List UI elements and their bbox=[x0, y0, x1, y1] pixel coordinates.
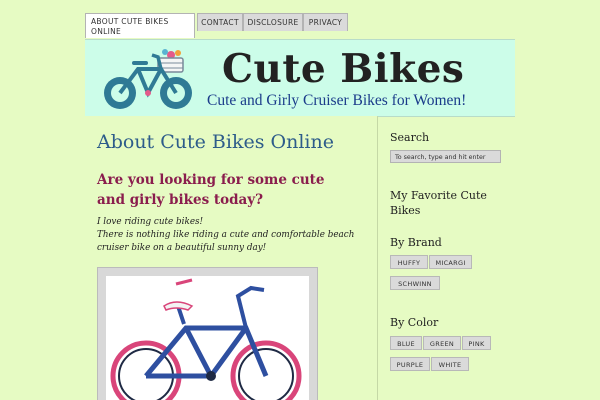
site-header: Cute Bikes Cute and Girly Cruiser Bikes … bbox=[85, 39, 515, 117]
tag-huffy[interactable]: HUFFY bbox=[390, 255, 428, 269]
color-heading: By Color bbox=[390, 316, 439, 329]
bike-photo-image bbox=[106, 276, 309, 400]
favorites-heading: My Favorite Cute Bikes bbox=[390, 189, 487, 217]
site-tagline: Cute and Girly Cruiser Bikes for Women! bbox=[207, 92, 467, 109]
tag-purple[interactable]: PURPLE bbox=[390, 357, 430, 371]
tag-schwinn[interactable]: SCHWINN bbox=[390, 276, 440, 290]
tab-contact[interactable]: CONTACT bbox=[197, 13, 243, 31]
top-navigation: ABOUT CUTE BIKES ONLINE CONTACT DISCLOSU… bbox=[85, 13, 515, 39]
tab-privacy[interactable]: PRIVACY bbox=[303, 13, 348, 31]
tag-blue[interactable]: BLUE bbox=[390, 336, 422, 350]
search-heading: Search bbox=[390, 131, 430, 144]
main-content: About Cute Bikes Online Are you looking … bbox=[85, 116, 378, 400]
bike-photo[interactable] bbox=[97, 267, 318, 400]
brand-heading: By Brand bbox=[390, 236, 442, 249]
tab-disclosure[interactable]: DISCLOSURE bbox=[243, 13, 303, 31]
tag-white[interactable]: WHITE bbox=[431, 357, 469, 371]
section-heading: Are you looking for some cute and girly … bbox=[97, 172, 325, 208]
tag-micargi[interactable]: MICARGI bbox=[429, 255, 472, 269]
sidebar: Search To search, type and hit enter My … bbox=[390, 116, 590, 400]
bicycle-icon[interactable] bbox=[98, 43, 198, 113]
search-input[interactable]: To search, type and hit enter bbox=[390, 150, 501, 163]
page-title: About Cute Bikes Online bbox=[97, 131, 334, 153]
intro-line-1: I love riding cute bikes! bbox=[97, 217, 204, 227]
tag-pink[interactable]: PINK bbox=[462, 336, 491, 350]
tab-about[interactable]: ABOUT CUTE BIKES ONLINE bbox=[85, 13, 195, 38]
tag-green[interactable]: GREEN bbox=[423, 336, 461, 350]
intro-line-2: There is nothing like riding a cute and … bbox=[97, 230, 355, 253]
intro-text: I love riding cute bikes! There is nothi… bbox=[97, 216, 375, 255]
cruiser-bike-image bbox=[110, 278, 302, 400]
site-title[interactable]: Cute Bikes bbox=[222, 46, 464, 92]
